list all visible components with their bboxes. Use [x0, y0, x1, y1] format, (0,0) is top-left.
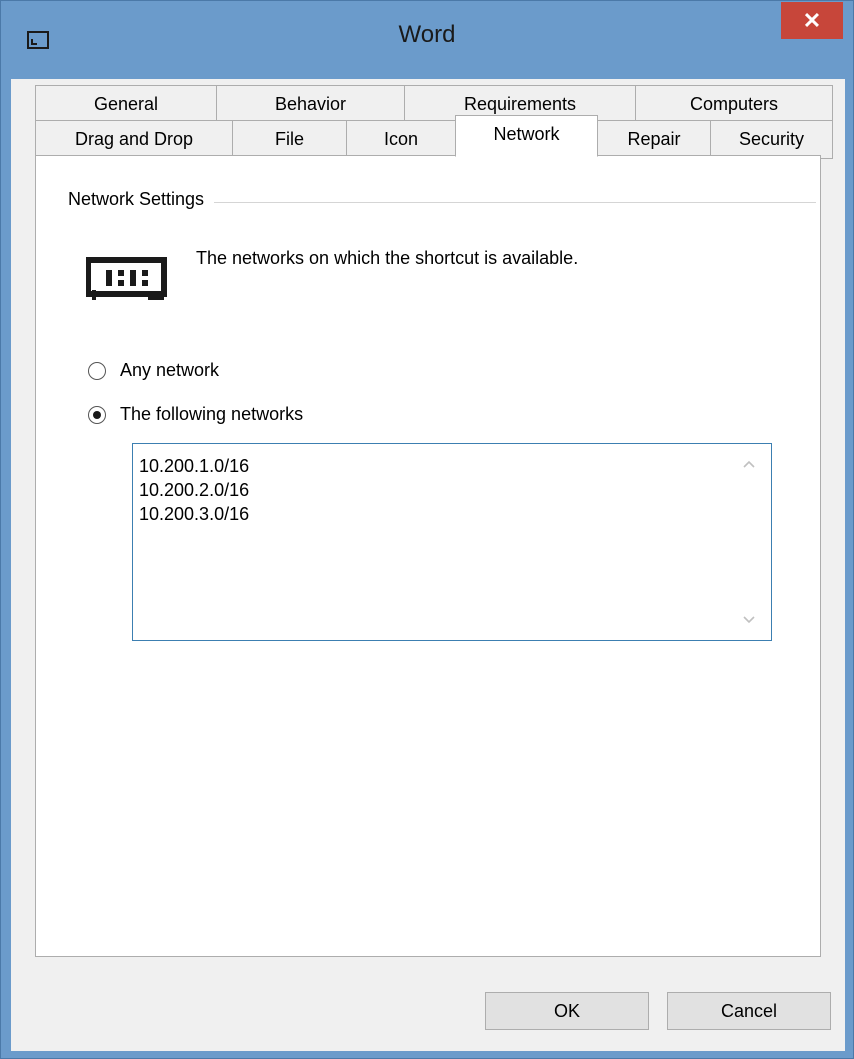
any-network-option[interactable]: Any network: [88, 360, 219, 381]
cancel-button[interactable]: Cancel: [667, 992, 831, 1030]
tab-general[interactable]: General: [35, 85, 217, 124]
following-networks-label[interactable]: The following networks: [120, 404, 303, 425]
network-settings-label: Network Settings: [68, 189, 215, 210]
scroll-up-icon[interactable]: [741, 456, 757, 472]
any-network-radio[interactable]: [88, 361, 106, 380]
dialog-window: Word ✕ General Behavior Requirements Com…: [0, 0, 854, 1059]
network-entry: 10.200.2.0/16: [139, 480, 250, 500]
tab-drag-and-drop[interactable]: Drag and Drop: [35, 120, 233, 159]
title-bar[interactable]: Word ✕: [1, 1, 853, 79]
tab-repair[interactable]: Repair: [597, 120, 711, 159]
networks-list: 10.200.1.0/16 10.200.2.0/16 10.200.3.0/1…: [139, 454, 249, 526]
networks-textbox[interactable]: 10.200.1.0/16 10.200.2.0/16 10.200.3.0/1…: [132, 443, 772, 641]
following-networks-option[interactable]: The following networks: [88, 404, 303, 425]
tab-file[interactable]: File: [232, 120, 347, 159]
any-network-label[interactable]: Any network: [120, 360, 219, 381]
scroll-down-icon[interactable]: [741, 612, 757, 628]
close-button[interactable]: ✕: [781, 2, 843, 39]
tab-security[interactable]: Security: [710, 120, 833, 159]
network-card-icon: [85, 248, 170, 302]
network-entry: 10.200.1.0/16: [139, 456, 250, 476]
dialog-client: General Behavior Requirements Computers …: [11, 79, 845, 1051]
tab-computers[interactable]: Computers: [635, 85, 833, 124]
network-tab-panel: Network Settings The networks on which t…: [35, 155, 821, 957]
following-networks-radio[interactable]: [88, 405, 106, 424]
tab-behavior[interactable]: Behavior: [216, 85, 405, 124]
window-title: Word: [398, 21, 456, 48]
network-entry: 10.200.3.0/16: [139, 504, 250, 524]
ok-button[interactable]: OK: [485, 992, 649, 1030]
network-description: The networks on which the shortcut is av…: [196, 248, 579, 268]
tab-icon[interactable]: Icon: [346, 120, 456, 159]
tab-network[interactable]: Network: [455, 115, 598, 157]
